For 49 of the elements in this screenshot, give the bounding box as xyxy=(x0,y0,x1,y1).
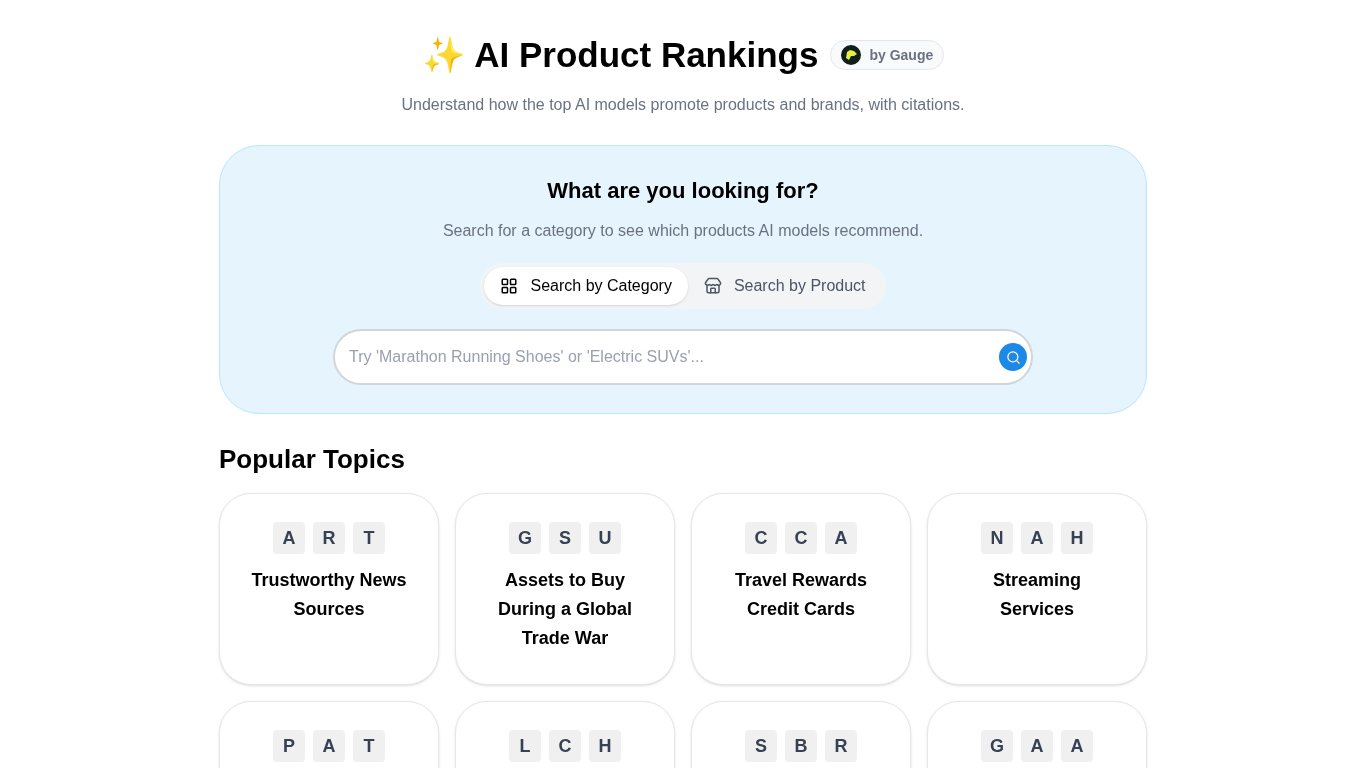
search-icon xyxy=(1005,349,1021,365)
topic-card[interactable]: P A T xyxy=(219,701,439,768)
letter-tile: G xyxy=(981,730,1013,762)
letter-tile: A xyxy=(313,730,345,762)
letter-tile: N xyxy=(981,522,1013,554)
topic-card[interactable]: L C H xyxy=(455,701,675,768)
letter-tile: C xyxy=(785,522,817,554)
search-mode-tab[interactable]: Search by Category xyxy=(484,267,688,305)
topic-card[interactable]: S B R xyxy=(691,701,911,768)
letter-tile: A xyxy=(1061,730,1093,762)
store-icon xyxy=(703,277,722,295)
letter-tile: C xyxy=(549,730,581,762)
topic-card[interactable]: A R T Trustworthy News Sources xyxy=(219,493,439,685)
topic-title: Streaming Services xyxy=(992,569,1082,621)
letter-tile: B xyxy=(785,730,817,762)
page-title: ✨ AI Product Rankings xyxy=(421,34,819,76)
letter-tile: A xyxy=(273,522,305,554)
grid-icon xyxy=(500,277,519,295)
topic-title: Trustworthy News Sources xyxy=(250,569,408,621)
letter-tile: A xyxy=(1021,730,1053,762)
letter-tile: S xyxy=(745,730,777,762)
letter-tile: U xyxy=(589,522,621,554)
section-title: Popular Topics xyxy=(219,443,406,476)
dog-logo-icon xyxy=(841,45,862,65)
topic-card[interactable]: C C A Travel Rewards Credit Cards xyxy=(691,493,911,685)
letter-tile: P xyxy=(273,730,305,762)
letter-tile: T xyxy=(353,730,385,762)
topic-card[interactable]: G S U Assets to Buy During a Global Trade War xyxy=(455,493,675,685)
letter-tile: L xyxy=(509,730,541,762)
topic-card[interactable]: G A A xyxy=(927,701,1147,768)
panel-subtitle: Search for a category to see which products AI models recommend. xyxy=(442,221,924,241)
letter-tile: G xyxy=(509,522,541,554)
by-gauge-badge[interactable]: by Gauge xyxy=(830,40,945,70)
letter-tile: R xyxy=(825,730,857,762)
letter-tile: C xyxy=(745,522,777,554)
topic-card[interactable]: N A H Streaming Services xyxy=(927,493,1147,685)
letter-tile: A xyxy=(825,522,857,554)
letter-tile: R xyxy=(313,522,345,554)
topic-title: Assets to Buy During a Global Trade War xyxy=(497,569,633,650)
letter-tile: H xyxy=(589,730,621,762)
page-subtitle: Understand how the top AI models promote products and brands, with citations. xyxy=(401,95,965,115)
letter-tile: S xyxy=(549,522,581,554)
topic-title: Travel Rewards Credit Cards xyxy=(733,569,869,621)
letter-tile: T xyxy=(353,522,385,554)
letter-tile: A xyxy=(1021,522,1053,554)
search-mode-tab[interactable]: Search by Product xyxy=(687,267,882,305)
panel-title: What are you looking for? xyxy=(547,177,819,205)
letter-tile: H xyxy=(1061,522,1093,554)
search-field[interactable]: Try 'Marathon Running Shoes' or 'Electric SUVs'... xyxy=(333,329,1033,385)
